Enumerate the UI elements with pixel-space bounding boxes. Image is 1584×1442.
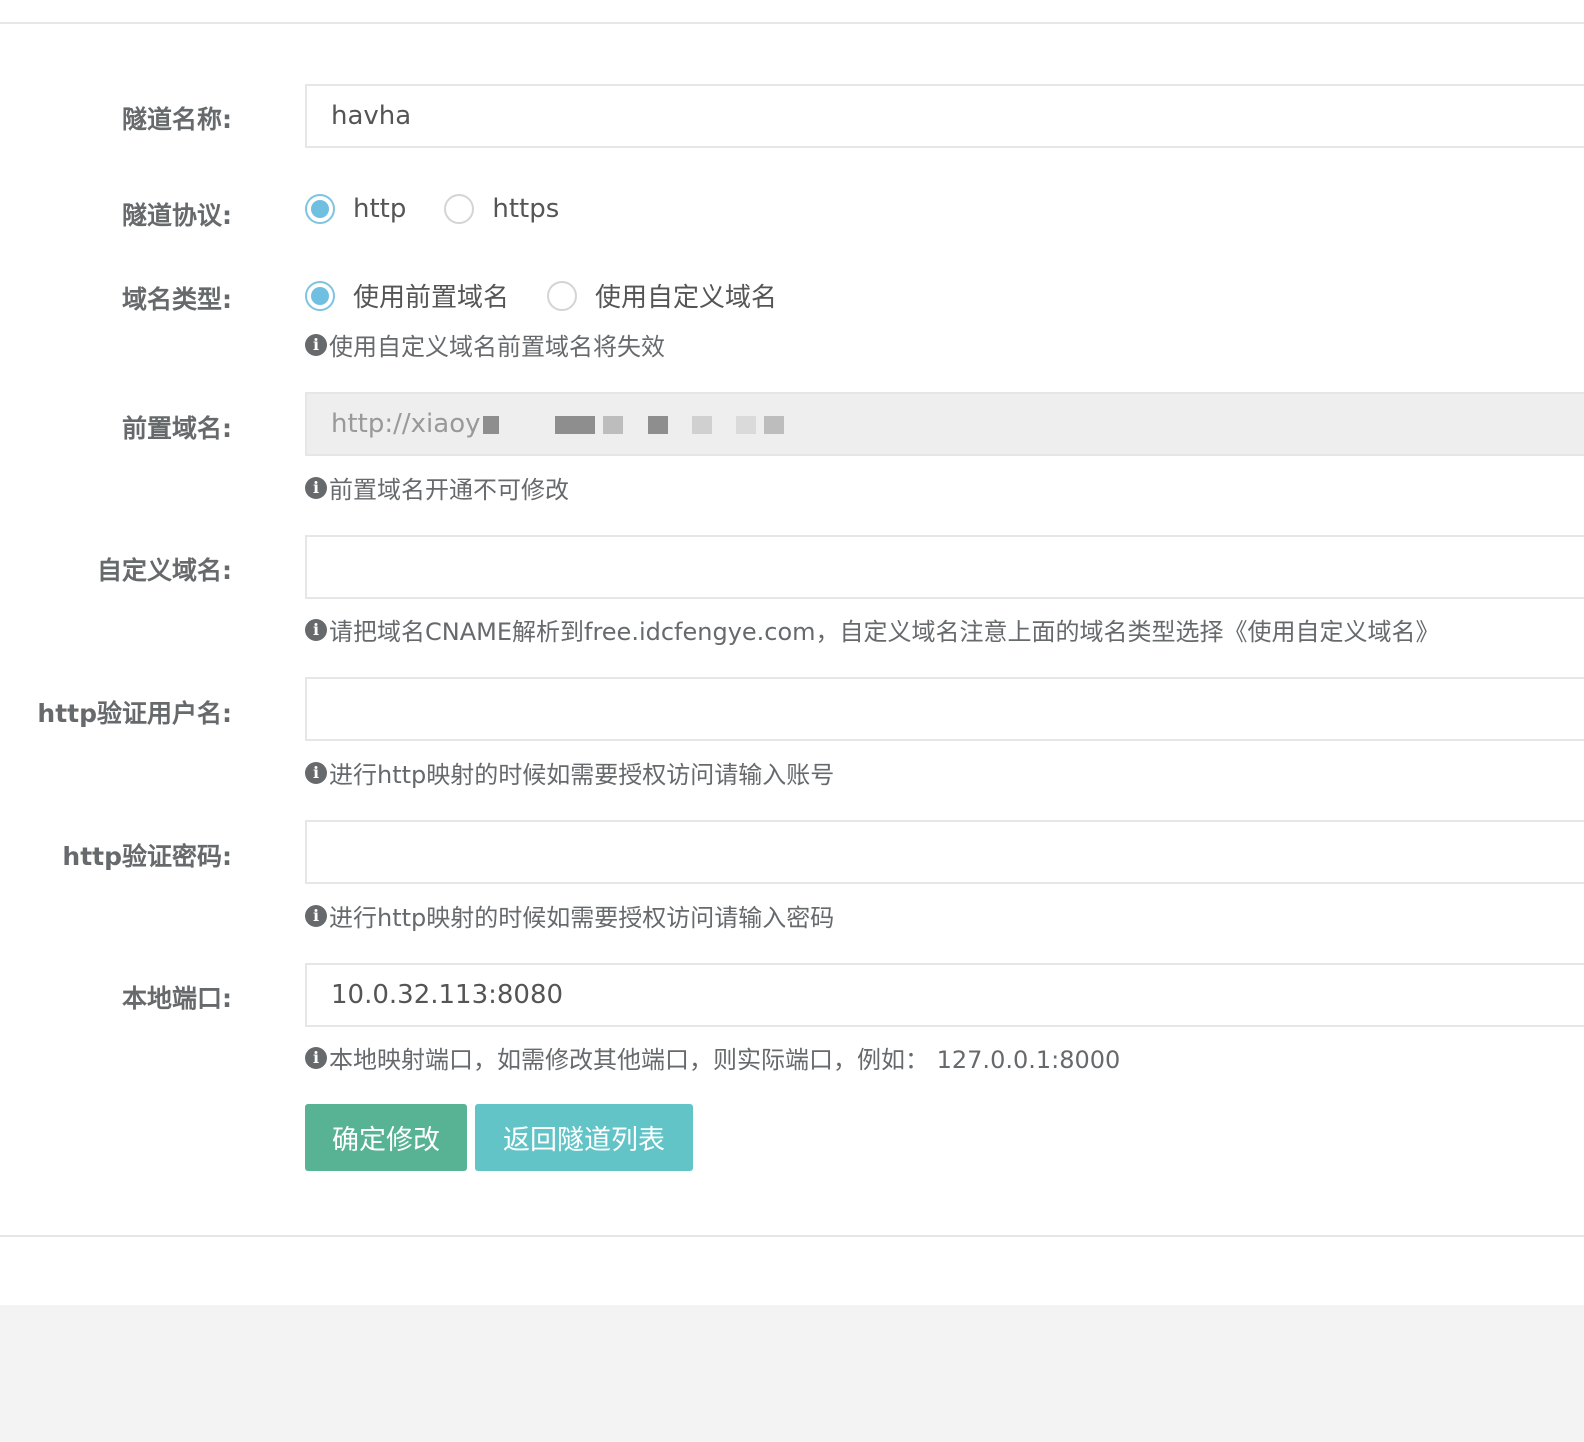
http-password-help-text: 进行http映射的时候如需要授权访问请输入密码 [329, 904, 835, 932]
custom-domain-label: 自定义域名: [97, 556, 232, 585]
http-password-input[interactable] [305, 820, 1584, 884]
prefix-domain-input: http://xiaoy [305, 392, 1584, 456]
http-password-help: i 进行http映射的时候如需要授权访问请输入密码 [305, 898, 834, 933]
confirm-edit-button[interactable]: 确定修改 [305, 1104, 467, 1171]
domain-type-prefix-radio[interactable] [305, 280, 335, 311]
domain-type-prefix-label[interactable]: 使用前置域名 [353, 277, 509, 314]
info-circle-icon: i [305, 476, 327, 499]
protocol-http-label[interactable]: http [353, 194, 406, 224]
prefix-domain-label: 前置域名: [122, 414, 232, 443]
page-footer-area [0, 1305, 1584, 1442]
domain-type-custom-label[interactable]: 使用自定义域名 [595, 277, 777, 314]
tunnel-name-label: 隧道名称: [122, 105, 232, 134]
protocol-https-radio[interactable] [444, 194, 475, 224]
http-user-label: http验证用户名: [37, 699, 232, 728]
info-circle-icon: i [305, 1046, 327, 1069]
http-user-help: i 进行http映射的时候如需要授权访问请输入账号 [305, 755, 834, 790]
custom-domain-help: i 请把域名CNAME解析到free.idcfengye.com，自定义域名注意… [305, 612, 1440, 647]
info-circle-icon: i [305, 904, 327, 927]
info-circle-icon: i [305, 761, 327, 784]
top-divider [0, 22, 1584, 24]
tunnel-protocol-group: http https [305, 194, 559, 224]
custom-domain-input[interactable] [305, 535, 1584, 599]
local-port-help: i 本地映射端口，如需修改其他端口，则实际端口，例如： 127.0.0.1:80… [305, 1040, 1120, 1075]
local-port-label: 本地端口: [122, 984, 232, 1013]
info-circle-icon: i [305, 333, 327, 356]
prefix-domain-value: http://xiaoy [331, 409, 481, 439]
domain-type-label: 域名类型: [122, 285, 232, 314]
http-user-input[interactable] [305, 677, 1584, 741]
http-password-label: http验证密码: [62, 842, 232, 871]
protocol-http-radio[interactable] [305, 194, 335, 224]
protocol-https-label[interactable]: https [492, 194, 559, 224]
domain-type-group: 使用前置域名 使用自定义域名 [305, 277, 777, 314]
bottom-divider [0, 1235, 1584, 1237]
domain-type-help-text: 使用自定义域名前置域名将失效 [329, 333, 665, 361]
prefix-domain-help: i 前置域名开通不可修改 [305, 470, 569, 505]
tunnel-protocol-label: 隧道协议: [122, 201, 232, 230]
domain-type-help: i 使用自定义域名前置域名将失效 [305, 327, 665, 362]
tunnel-name-input[interactable] [305, 84, 1584, 148]
back-to-list-button[interactable]: 返回隧道列表 [475, 1104, 693, 1171]
custom-domain-help-text: 请把域名CNAME解析到free.idcfengye.com，自定义域名注意上面… [329, 618, 1440, 646]
http-user-help-text: 进行http映射的时候如需要授权访问请输入账号 [329, 761, 835, 789]
redacted-block [482, 394, 785, 454]
local-port-input[interactable] [305, 963, 1584, 1027]
domain-type-custom-radio[interactable] [547, 280, 578, 311]
local-port-help-text: 本地映射端口，如需修改其他端口，则实际端口，例如： 127.0.0.1:8000 [329, 1046, 1121, 1074]
prefix-domain-help-text: 前置域名开通不可修改 [329, 476, 569, 504]
info-circle-icon: i [305, 618, 327, 641]
